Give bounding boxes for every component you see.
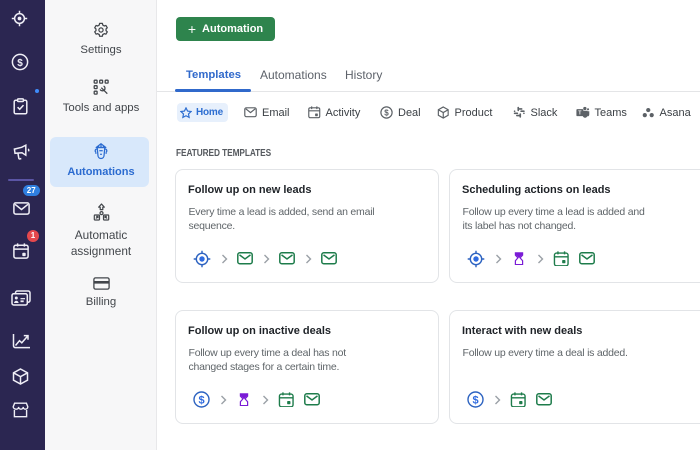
svg-text:$: $ (472, 395, 478, 407)
svg-text:$: $ (384, 109, 389, 118)
svg-text:$: $ (17, 58, 23, 69)
svg-text:$: $ (198, 395, 204, 407)
